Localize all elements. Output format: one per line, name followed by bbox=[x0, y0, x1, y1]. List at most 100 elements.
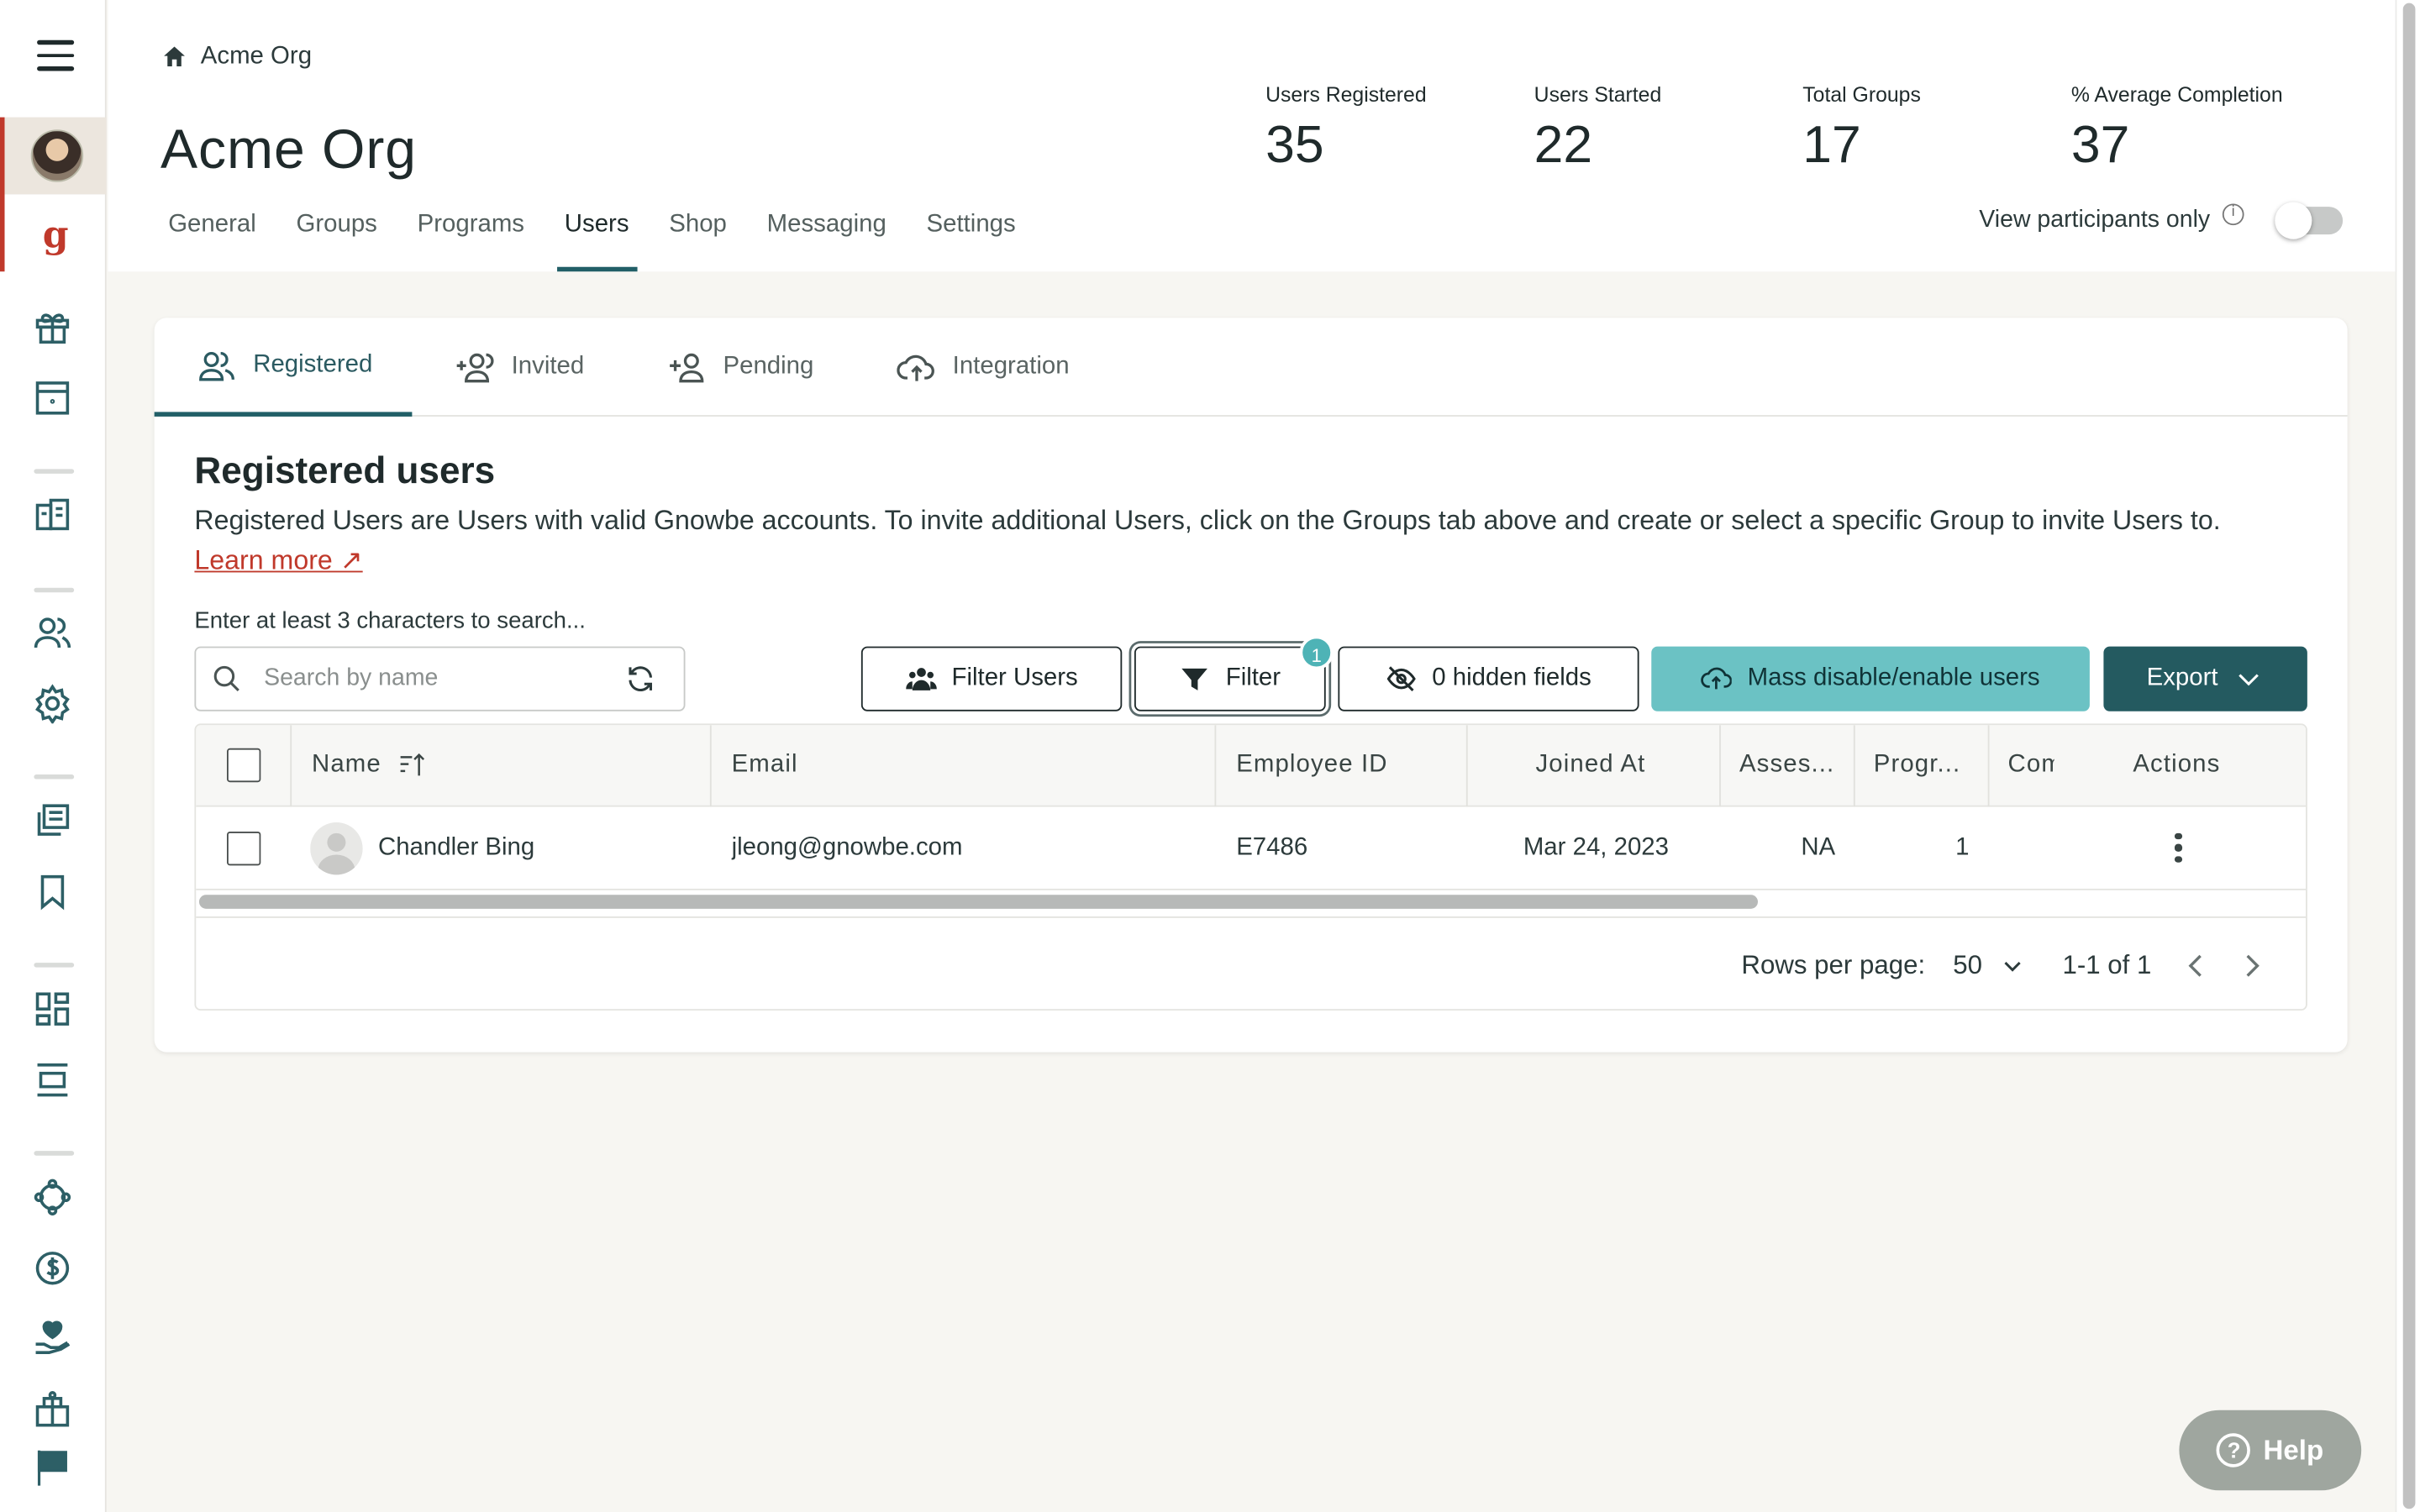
column-employee-id[interactable]: Employee ID bbox=[1236, 725, 1387, 806]
left-rail: g bbox=[0, 0, 107, 1512]
column-progress[interactable]: Progr... bbox=[1874, 725, 1991, 806]
gift-box-icon[interactable] bbox=[33, 1390, 73, 1431]
layout-icon[interactable] bbox=[33, 1060, 73, 1100]
column-divider bbox=[1987, 725, 1990, 807]
learn-more-link[interactable]: Learn more ↗ bbox=[194, 544, 362, 575]
row-select-cell bbox=[226, 807, 261, 889]
users-icon bbox=[199, 351, 234, 381]
avatar[interactable] bbox=[30, 129, 84, 182]
stat-users-registered: Users Registered 35 bbox=[1265, 83, 1534, 176]
eye-off-icon bbox=[1386, 666, 1416, 692]
tab-programs[interactable]: Programs bbox=[409, 203, 532, 271]
stat-value: 22 bbox=[1534, 115, 1593, 175]
gift-icon[interactable] bbox=[33, 307, 73, 348]
mass-disable-enable-button[interactable]: Mass disable/enable users bbox=[1651, 646, 2090, 711]
subtab-label: Invited bbox=[511, 353, 585, 380]
flag-icon[interactable] bbox=[33, 1447, 73, 1488]
stat-label: Users Registered bbox=[1265, 83, 1427, 107]
info-icon[interactable]: i bbox=[2222, 203, 2244, 226]
users-table: Name Email Employee ID Joined At Asses..… bbox=[194, 723, 2307, 1011]
help-icon: ? bbox=[2217, 1433, 2251, 1467]
stat-label: Total Groups bbox=[1802, 83, 1921, 107]
home-icon[interactable] bbox=[160, 43, 188, 71]
library-icon[interactable] bbox=[33, 801, 73, 841]
subtab-label: Pending bbox=[723, 353, 814, 380]
app-root: g Acme Org Acme Org Users Registered 35 … bbox=[0, 0, 2420, 1512]
add-group-icon bbox=[457, 353, 495, 383]
page-range: 1-1 of 1 bbox=[2062, 949, 2152, 979]
cloud-upload-icon bbox=[1701, 667, 1733, 690]
breadcrumb-org[interactable]: Acme Org bbox=[201, 43, 312, 71]
rail-divider bbox=[34, 587, 75, 593]
chevron-left-icon[interactable] bbox=[2179, 948, 2212, 982]
stat-value: 35 bbox=[1265, 115, 1324, 175]
menu-icon[interactable] bbox=[37, 39, 75, 74]
filter-count-badge: 1 bbox=[1299, 635, 1334, 670]
rows-per-page-select[interactable]: 50 bbox=[1953, 949, 2025, 980]
refresh-icon[interactable] bbox=[625, 664, 656, 695]
filter-users-label: Filter Users bbox=[951, 664, 1078, 691]
dollar-icon[interactable] bbox=[33, 1248, 73, 1289]
subtab-integration[interactable]: Integration bbox=[854, 318, 1109, 417]
tab-groups[interactable]: Groups bbox=[288, 203, 385, 271]
gnowbe-logo[interactable]: g bbox=[5, 197, 107, 271]
column-divider bbox=[1853, 725, 1855, 807]
tab-general[interactable]: General bbox=[160, 203, 264, 271]
column-divider bbox=[1214, 725, 1217, 807]
sort-ascending-icon[interactable] bbox=[397, 751, 428, 779]
participants-toggle[interactable] bbox=[2275, 202, 2344, 239]
page-header: Acme Org Acme Org Users Registered 35 Us… bbox=[108, 0, 2396, 272]
tab-messaging[interactable]: Messaging bbox=[759, 203, 893, 271]
user-subtabs: Registered Invited Pending Integration bbox=[154, 318, 2348, 417]
stat-average-completion: % Average Completion 37 bbox=[2071, 83, 2340, 176]
assessment-cell: NA bbox=[1801, 833, 1836, 860]
subtab-pending[interactable]: Pending bbox=[624, 318, 854, 417]
list-icon[interactable] bbox=[33, 496, 73, 536]
dashboard-icon[interactable] bbox=[33, 989, 73, 1029]
column-divider bbox=[1719, 725, 1721, 807]
user-name[interactable]: Chandler Bing bbox=[378, 834, 534, 862]
settings-icon[interactable] bbox=[33, 684, 73, 725]
scrollbar-thumb[interactable] bbox=[2402, 3, 2416, 1509]
column-joined-at[interactable]: Joined At bbox=[1536, 725, 1646, 806]
network-icon[interactable] bbox=[33, 1177, 73, 1217]
tab-shop[interactable]: Shop bbox=[661, 203, 734, 271]
tab-users[interactable]: Users bbox=[556, 203, 637, 272]
export-button[interactable]: Export bbox=[2103, 646, 2307, 711]
breadcrumb[interactable]: Acme Org bbox=[160, 43, 312, 71]
joined-at-cell: Mar 24, 2023 bbox=[1523, 833, 1669, 860]
progress-cell: 1 bbox=[1955, 833, 1970, 860]
hidden-fields-button[interactable]: 0 hidden fields bbox=[1338, 646, 1639, 711]
row-checkbox[interactable] bbox=[226, 831, 261, 865]
mass-label: Mass disable/enable users bbox=[1747, 664, 2040, 691]
chevron-right-icon[interactable] bbox=[2235, 948, 2269, 982]
table-header: Name Email Employee ID Joined At Asses..… bbox=[196, 725, 2307, 807]
vertical-scrollbar[interactable] bbox=[2395, 0, 2420, 1512]
users-icon[interactable] bbox=[33, 612, 73, 653]
select-all-checkbox[interactable] bbox=[226, 748, 261, 783]
horizontal-scrollbar[interactable] bbox=[198, 895, 1759, 909]
column-assessment[interactable]: Asses... bbox=[1739, 725, 1863, 806]
subtab-registered[interactable]: Registered bbox=[154, 318, 413, 417]
window-icon[interactable] bbox=[33, 378, 73, 418]
rows-per-page-value: 50 bbox=[1953, 949, 1982, 979]
tab-settings[interactable]: Settings bbox=[918, 203, 1023, 271]
hidden-fields-label: 0 hidden fields bbox=[1432, 664, 1591, 691]
subtab-invited[interactable]: Invited bbox=[413, 318, 624, 417]
employee-id-cell: E7486 bbox=[1236, 833, 1308, 860]
filter-button[interactable]: Filter 1 bbox=[1134, 635, 1334, 711]
column-email[interactable]: Email bbox=[732, 725, 798, 806]
bookmark-icon[interactable] bbox=[33, 872, 73, 912]
help-button[interactable]: ? Help bbox=[2179, 1410, 2362, 1491]
care-icon[interactable] bbox=[33, 1319, 73, 1359]
toggle-knob bbox=[2275, 202, 2312, 239]
search-box bbox=[194, 646, 686, 711]
search-input[interactable] bbox=[264, 664, 619, 693]
more-vertical-icon[interactable] bbox=[2174, 832, 2184, 864]
filter-users-button[interactable]: Filter Users bbox=[860, 646, 1123, 711]
participants-label: View participants only bbox=[1979, 207, 2211, 234]
column-name[interactable]: Name bbox=[312, 725, 428, 806]
column-completion[interactable]: Com bbox=[2008, 725, 2054, 806]
org-switcher[interactable]: g bbox=[0, 117, 107, 272]
user-avatar-tile[interactable] bbox=[4, 117, 107, 195]
